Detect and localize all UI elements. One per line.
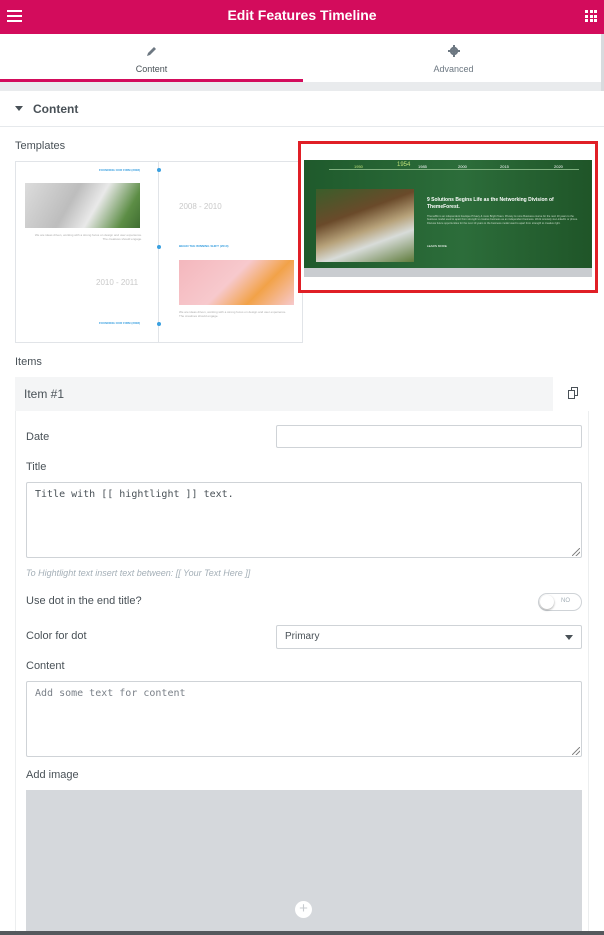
preview-link: LEARN MORE [427, 244, 447, 248]
repeater-item-header[interactable]: Item #1 [15, 377, 553, 411]
timeline-year: 2015 [500, 164, 509, 169]
highlight-hint: To Hightlight text insert text between: … [26, 568, 251, 578]
timeline-dot [157, 168, 161, 172]
duplicate-icon[interactable] [568, 387, 578, 399]
timeline-year: 1950 [354, 164, 363, 169]
preview-heading: 9 Solutions Begins Life as the Networkin… [427, 197, 554, 210]
resize-handle-icon[interactable] [572, 747, 580, 755]
template-preview-green: 1950 1954 1985 2000 2015 2020 9 Solution… [304, 160, 592, 275]
color-dot-value: Primary [285, 631, 320, 642]
timeline-dot [157, 245, 161, 249]
tab-advanced[interactable]: Advanced [303, 34, 604, 82]
headphones-photo [179, 260, 294, 305]
tab-advanced-label: Advanced [433, 64, 474, 74]
content-panel: Content Templates FOUNDING OUR FIRM (200… [0, 91, 604, 935]
timeline-paragraph: We are ideas driven, working with a stro… [179, 310, 287, 318]
item-fields: Date Title Title with [[ hightlight ]] t… [15, 411, 589, 935]
garden-photo [316, 189, 414, 262]
chevron-down-icon [565, 635, 573, 640]
bottom-edge [0, 931, 604, 935]
content-textarea[interactable]: Add some text for content [26, 681, 582, 757]
preview-scrollbar [304, 268, 592, 277]
panel-title: Edit Features Timeline [227, 7, 377, 23]
timeline-dot [157, 322, 161, 326]
color-dot-select[interactable]: Primary [276, 625, 582, 649]
timeline-year: 2020 [554, 164, 563, 169]
timeline-heading: FOUNDING OUR FIRM (2008) [98, 321, 140, 325]
resize-handle-icon[interactable] [572, 548, 580, 556]
section-header-content[interactable]: Content [0, 91, 604, 127]
timeline-year: 1954 [397, 162, 411, 168]
gear-icon [447, 45, 460, 57]
template-option-1[interactable]: FOUNDING OUR FIRM (2008) We are ideas dr… [15, 161, 303, 343]
items-label: Items [15, 356, 42, 368]
widgets-grid-icon[interactable] [585, 10, 597, 22]
timeline-year: 2008 - 2010 [179, 202, 222, 211]
title-textarea[interactable]: Title with [[ hightlight ]] text. [26, 482, 582, 558]
editor-header: Edit Features Timeline [0, 0, 604, 34]
laptop-photo [25, 183, 140, 228]
preview-paragraph: ThemeBin is an independent boutique Priv… [427, 215, 578, 225]
add-image-label: Add image [26, 769, 79, 781]
title-label: Title [26, 461, 47, 473]
image-upload-area[interactable]: + [26, 790, 582, 935]
timeline-year: 2000 [458, 164, 467, 169]
timeline-year: 1985 [418, 164, 427, 169]
caret-down-icon [15, 106, 23, 111]
color-dot-label: Color for dot [26, 630, 87, 642]
item-title: Item #1 [24, 387, 65, 401]
dot-toggle[interactable]: NO [538, 593, 582, 611]
toggle-state: NO [561, 598, 570, 604]
timeline-year: 2010 - 2011 [96, 278, 139, 287]
date-label: Date [26, 431, 50, 443]
dot-label: Use dot in the end title? [26, 595, 142, 607]
toggle-knob [540, 595, 554, 609]
plus-icon[interactable]: + [295, 901, 312, 918]
templates-label: Templates [15, 140, 66, 152]
tab-content-label: Content [135, 64, 168, 74]
section-title: Content [33, 102, 79, 116]
tab-content[interactable]: Content [0, 34, 303, 82]
content-label: Content [26, 660, 65, 672]
timeline-heading: BEGIN THE WINNING SHIFT (2010) [179, 244, 229, 248]
timeline-years: 1950 1954 1985 2000 2015 2020 [304, 160, 592, 174]
pencil-icon [146, 47, 156, 56]
template-option-2-selected[interactable]: 1950 1954 1985 2000 2015 2020 9 Solution… [298, 141, 598, 293]
editor-tabs: Content Advanced [0, 34, 604, 82]
date-input[interactable] [276, 425, 582, 448]
timeline-paragraph: We are ideas driven, working with a stro… [34, 233, 142, 241]
timeline-line [158, 162, 159, 342]
timeline-heading: FOUNDING OUR FIRM (2008) [98, 168, 140, 172]
